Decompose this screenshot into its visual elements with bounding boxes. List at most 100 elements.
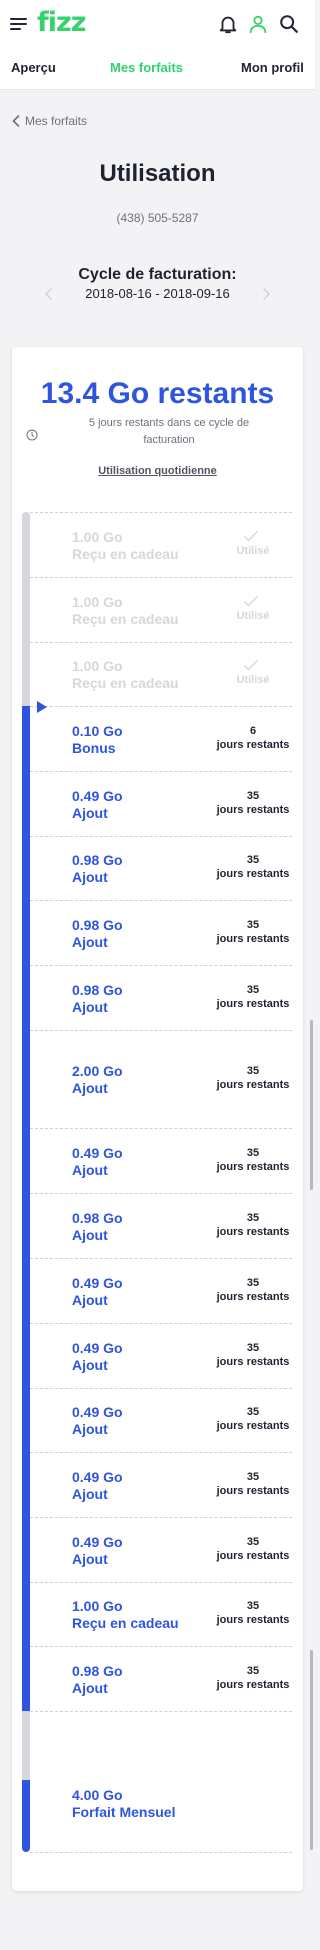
days-remaining-label: jours restants xyxy=(216,1226,290,1238)
days-remaining-count: 35 xyxy=(246,1212,260,1224)
usage-row: 1.00 Go Reçu en cadeau Utilisé xyxy=(30,577,292,642)
usage-type: Ajout xyxy=(72,1227,108,1243)
usage-amount: 0.49 Go xyxy=(72,1145,123,1161)
days-remaining-label: jours restants xyxy=(216,1079,290,1091)
usage-type: Ajout xyxy=(72,1486,108,1502)
usage-type: Ajout xyxy=(72,1421,108,1437)
usage-type: Forfait Mensuel xyxy=(72,1804,176,1820)
days-remaining-label: jours restants xyxy=(216,1161,290,1173)
usage-type: Ajout xyxy=(72,1357,108,1373)
usage-row: 0.49 Go Ajout 35 jours restants xyxy=(30,1517,292,1582)
days-remaining-label: jours restants xyxy=(216,1679,290,1691)
days-remaining-count: 35 xyxy=(246,1342,260,1354)
usage-amount: 4.00 Go xyxy=(72,1787,123,1803)
days-remaining-count: 35 xyxy=(246,1536,260,1548)
usage-type: Ajout xyxy=(72,1551,108,1567)
page-scrollbar[interactable] xyxy=(310,1020,313,1190)
usage-row: 0.49 Go Ajout 35 jours restants xyxy=(30,1128,292,1193)
check-icon xyxy=(244,531,258,542)
days-remaining-count: 35 xyxy=(246,919,260,931)
usage-type: Reçu en cadeau xyxy=(72,675,179,691)
usage-row: 1.00 Go Reçu en cadeau Utilisé xyxy=(30,512,292,577)
days-remaining-label: jours restants xyxy=(216,933,290,945)
usage-type: Ajout xyxy=(72,934,108,950)
usage-row: 1.00 Go Reçu en cadeau Utilisé xyxy=(30,642,292,706)
usage-amount: 0.49 Go xyxy=(72,1275,123,1291)
days-remaining-count: 35 xyxy=(246,984,260,996)
usage-amount: 1.00 Go xyxy=(72,658,123,674)
days-remaining-count: 35 xyxy=(246,1277,260,1289)
days-remaining-label: jours restants xyxy=(216,868,290,880)
usage-type: Ajout xyxy=(72,805,108,821)
current-position-marker-icon xyxy=(37,701,47,713)
days-remaining-count: 35 xyxy=(246,1406,260,1418)
usage-amount: 1.00 Go xyxy=(72,529,123,545)
days-remaining-label: jours restants xyxy=(216,1550,290,1562)
used-track xyxy=(22,512,30,706)
usage-amount: 0.98 Go xyxy=(72,852,123,868)
usage-row: 0.98 Go Ajout 35 jours restants xyxy=(30,1646,292,1711)
usage-row: 0.49 Go Ajout 35 jours restants xyxy=(30,1452,292,1517)
usage-type: Reçu en cadeau xyxy=(72,546,179,562)
days-remaining-count: 35 xyxy=(246,790,260,802)
usage-row: 0.49 Go Ajout 35 jours restants xyxy=(30,771,292,836)
days-remaining-label: jours restants xyxy=(216,1356,290,1368)
timeline-end-line xyxy=(30,1852,292,1853)
days-remaining-label: jours restants xyxy=(216,1291,290,1303)
usage-type: Ajout xyxy=(72,999,108,1015)
usage-amount: 0.98 Go xyxy=(72,1210,123,1226)
usage-row: 0.49 Go Ajout 35 jours restants xyxy=(30,1388,292,1452)
usage-type: Ajout xyxy=(72,1162,108,1178)
usage-row: 2.00 Go Ajout 35 jours restants xyxy=(30,1030,292,1128)
days-remaining-count: 35 xyxy=(246,854,260,866)
check-icon xyxy=(244,596,258,607)
days-remaining-label: jours restants xyxy=(216,1420,290,1432)
days-remaining-count: 35 xyxy=(246,1147,260,1159)
used-status: Utilisé xyxy=(236,674,270,686)
check-icon xyxy=(244,660,258,671)
usage-type: Reçu en cadeau xyxy=(72,611,179,627)
usage-timeline: 1.00 Go Reçu en cadeau Utilisé 1.00 Go Reçu … xyxy=(0,0,315,1950)
page-scrollbar-lower[interactable] xyxy=(310,1650,313,1850)
days-remaining-label: jours restants xyxy=(216,1485,290,1497)
usage-row: 0.49 Go Ajout 35 jours restants xyxy=(30,1258,292,1323)
usage-amount: 0.49 Go xyxy=(72,1469,123,1485)
days-remaining-count: 35 xyxy=(246,1065,260,1077)
used-status: Utilisé xyxy=(236,610,270,622)
usage-amount: 0.49 Go xyxy=(72,1534,123,1550)
usage-row: 4.00 Go Forfait Mensuel xyxy=(30,1711,292,1852)
usage-type: Bonus xyxy=(72,740,116,756)
days-remaining-label: jours restants xyxy=(216,1614,290,1626)
usage-type: Reçu en cadeau xyxy=(72,1615,179,1631)
usage-amount: 0.49 Go xyxy=(72,1340,123,1356)
usage-type: Ajout xyxy=(72,869,108,885)
plan-used-track xyxy=(22,1711,30,1780)
days-remaining-count: 35 xyxy=(246,1600,260,1612)
usage-amount: 0.98 Go xyxy=(72,1663,123,1679)
usage-amount: 0.98 Go xyxy=(72,917,123,933)
usage-row: 0.98 Go Ajout 35 jours restants xyxy=(30,965,292,1030)
used-status: Utilisé xyxy=(236,545,270,557)
usage-amount: 0.98 Go xyxy=(72,982,123,998)
usage-row: 0.98 Go Ajout 35 jours restants xyxy=(30,900,292,965)
plan-remaining-track xyxy=(22,1780,30,1852)
days-remaining-label: jours restants xyxy=(216,804,290,816)
usage-amount: 0.49 Go xyxy=(72,1404,123,1420)
usage-type: Ajout xyxy=(72,1080,108,1096)
usage-row: 0.98 Go Ajout 35 jours restants xyxy=(30,1193,292,1258)
usage-row: 0.98 Go Ajout 35 jours restants xyxy=(30,836,292,900)
usage-type: Ajout xyxy=(72,1292,108,1308)
days-remaining-label: jours restants xyxy=(216,998,290,1010)
remaining-track xyxy=(22,706,30,1711)
usage-amount: 1.00 Go xyxy=(72,594,123,610)
usage-row: 0.10 Go Bonus 6 jours restants xyxy=(30,706,292,771)
usage-amount: 2.00 Go xyxy=(72,1063,123,1079)
days-remaining-count: 35 xyxy=(246,1665,260,1677)
usage-row: 1.00 Go Reçu en cadeau 35 jours restants xyxy=(30,1582,292,1646)
usage-amount: 0.10 Go xyxy=(72,723,123,739)
usage-type: Ajout xyxy=(72,1680,108,1696)
usage-row: 0.49 Go Ajout 35 jours restants xyxy=(30,1323,292,1388)
days-remaining-count: 35 xyxy=(246,1471,260,1483)
usage-amount: 1.00 Go xyxy=(72,1598,123,1614)
days-remaining-label: jours restants xyxy=(216,739,290,751)
